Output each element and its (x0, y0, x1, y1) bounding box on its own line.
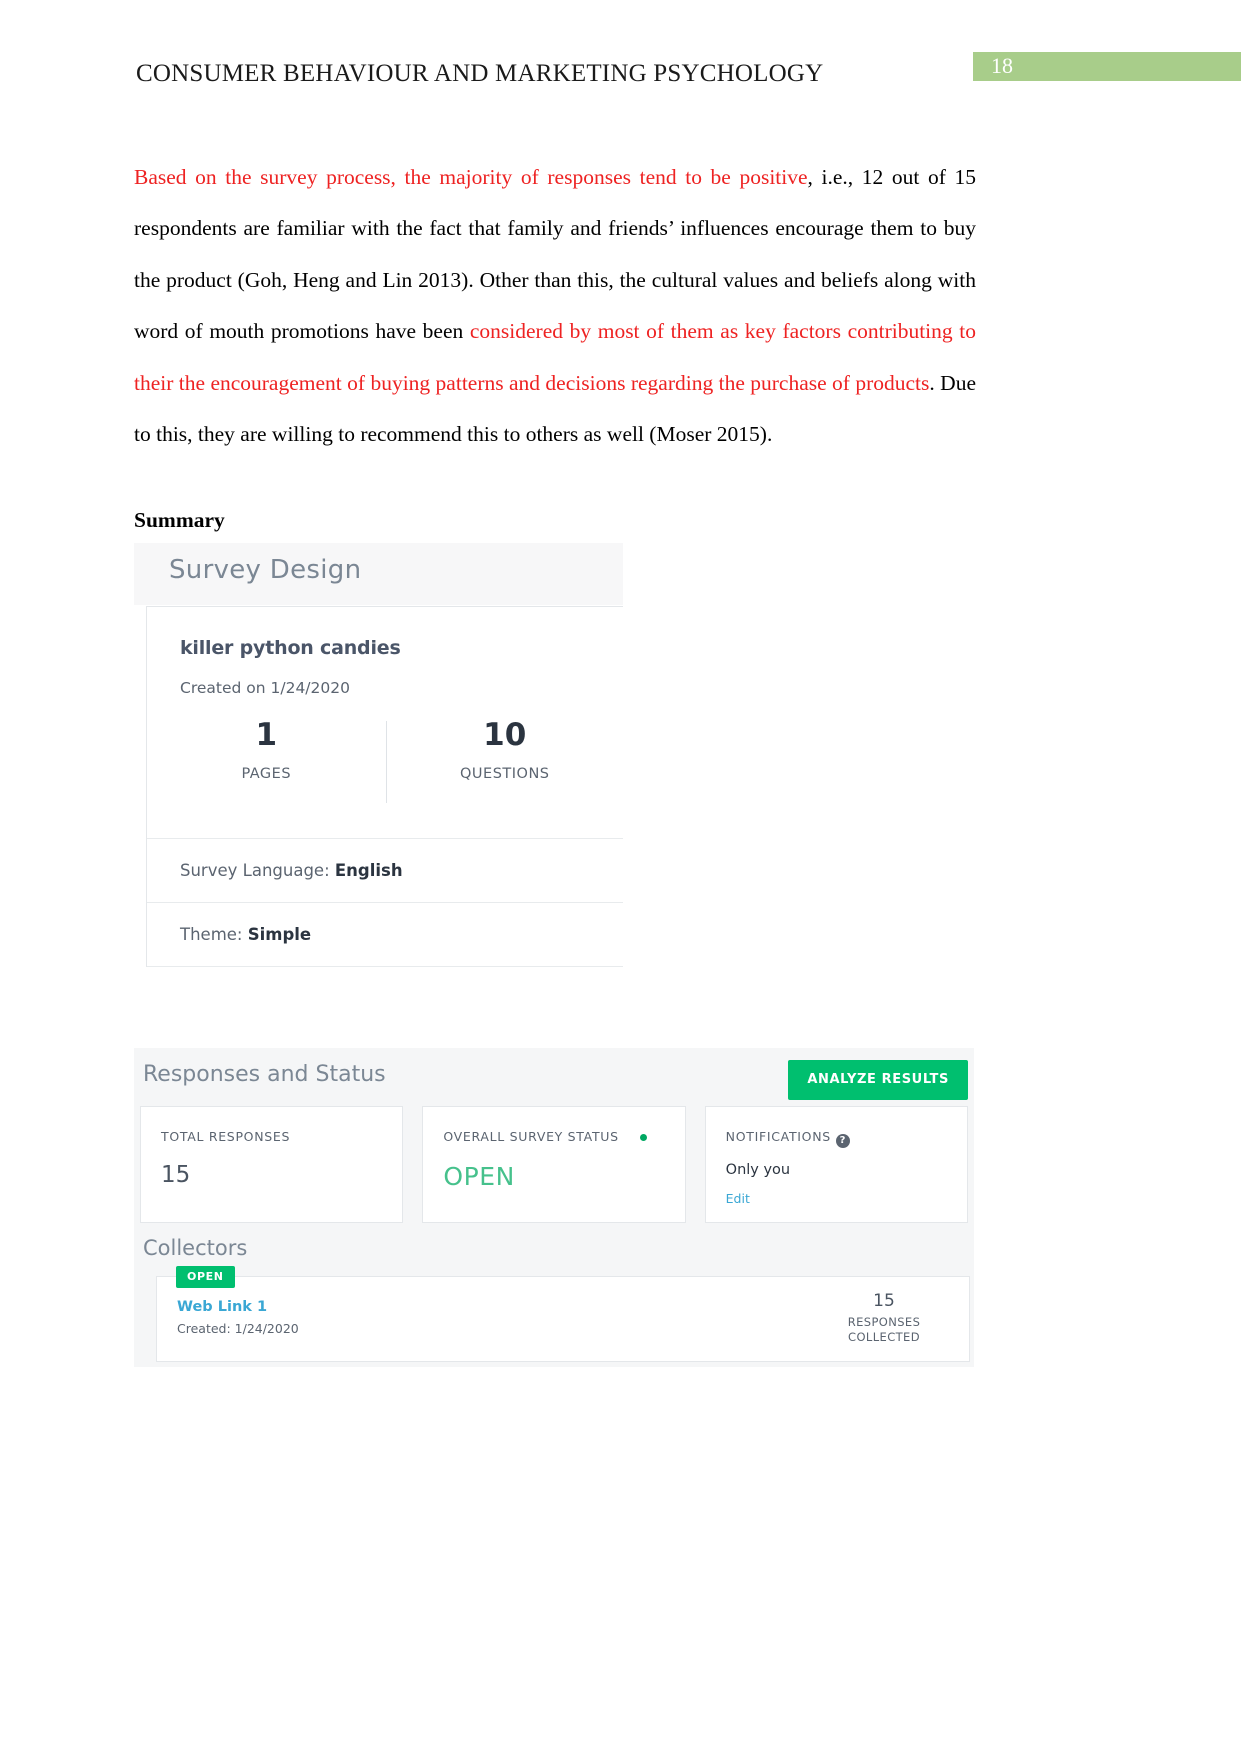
page-header: CONSUMER BEHAVIOUR AND MARKETING PSYCHOL… (0, 52, 1241, 100)
responses-status-screenshot: Responses and Status ANALYZE RESULTS TOT… (134, 1048, 974, 1367)
responses-status-header-bar: Responses and Status ANALYZE RESULTS (134, 1048, 974, 1108)
survey-design-card: killer python candies Created on 1/24/20… (146, 606, 623, 967)
survey-design-header-bar: Survey Design (134, 543, 623, 605)
survey-language-row: Survey Language: English (147, 839, 623, 903)
stat-pages-label: PAGES (241, 766, 292, 782)
summary-heading: Summary (134, 508, 225, 532)
page-title: CONSUMER BEHAVIOUR AND MARKETING PSYCHOL… (136, 60, 824, 87)
stat-questions-value: 10 (483, 717, 527, 753)
body-paragraph: Based on the survey process, the majorit… (134, 152, 976, 461)
survey-stats-row: 1 PAGES 10 QUESTIONS (147, 717, 624, 803)
collector-response-count: 15 RESPONSES COLLECTED (829, 1291, 939, 1345)
survey-name: killer python candies (180, 637, 401, 659)
survey-theme-value: Simple (247, 925, 312, 944)
page-number-text: 18 (991, 53, 1013, 78)
panel-overall-survey-status: OVERALL SURVEY STATUS OPEN (422, 1106, 686, 1223)
collector-link-name[interactable]: Web Link 1 (177, 1299, 267, 1315)
survey-language-label: Survey Language: (180, 861, 335, 880)
survey-design-title: Survey Design (169, 555, 362, 585)
stat-pages-value: 1 (255, 717, 278, 753)
survey-language-value: English (334, 861, 403, 880)
responses-status-title: Responses and Status (143, 1062, 386, 1087)
notifications-edit-link[interactable]: Edit (726, 1191, 967, 1206)
panel-total-responses: TOTAL RESPONSES 15 (140, 1106, 404, 1223)
notifications-value: Only you (725, 1162, 791, 1178)
overall-status-value: OPEN (443, 1162, 515, 1191)
paragraph-segment-red-1: Based on the survey process, the majorit… (134, 164, 808, 189)
collector-count-value: 15 (873, 1291, 895, 1311)
total-responses-value: 15 (161, 1162, 191, 1188)
help-icon[interactable]: ? (835, 1134, 850, 1148)
stat-questions: 10 QUESTIONS (385, 717, 624, 803)
paragraph-segment-black-1: , i.e., 12 out of 15 respondents are fam… (134, 164, 976, 344)
survey-design-screenshot: Survey Design killer python candies Crea… (134, 543, 623, 992)
survey-created-date: Created on 1/24/2020 (180, 679, 350, 697)
stat-questions-label: QUESTIONS (460, 766, 550, 782)
collectors-title: Collectors (143, 1236, 248, 1260)
collector-created-date: Created: 1/24/2020 (177, 1321, 299, 1336)
collector-count-label-2: COLLECTED (848, 1330, 920, 1344)
collector-row: OPEN Web Link 1 Created: 1/24/2020 15 RE… (156, 1266, 970, 1362)
panel-notifications: NOTIFICATIONS? Only you Edit (704, 1106, 968, 1223)
analyze-results-button[interactable]: ANALYZE RESULTS (788, 1060, 968, 1100)
collector-count-label-1: RESPONSES (847, 1315, 921, 1329)
notifications-label: NOTIFICATIONS? (726, 1129, 967, 1148)
notifications-label-text: NOTIFICATIONS (725, 1129, 831, 1144)
survey-theme-row: Theme: Simple (147, 903, 623, 967)
overall-status-label: OVERALL SURVEY STATUS (443, 1129, 619, 1144)
total-responses-label: TOTAL RESPONSES (161, 1129, 291, 1144)
collector-status-badge: OPEN (176, 1266, 235, 1288)
survey-theme-label: Theme: (180, 925, 248, 944)
page-number-badge: 18 (973, 52, 1241, 81)
survey-overview-block: killer python candies Created on 1/24/20… (147, 607, 623, 839)
responses-status-panels: TOTAL RESPONSES 15 OVERALL SURVEY STATUS… (140, 1106, 968, 1223)
stat-pages: 1 PAGES (147, 717, 386, 782)
